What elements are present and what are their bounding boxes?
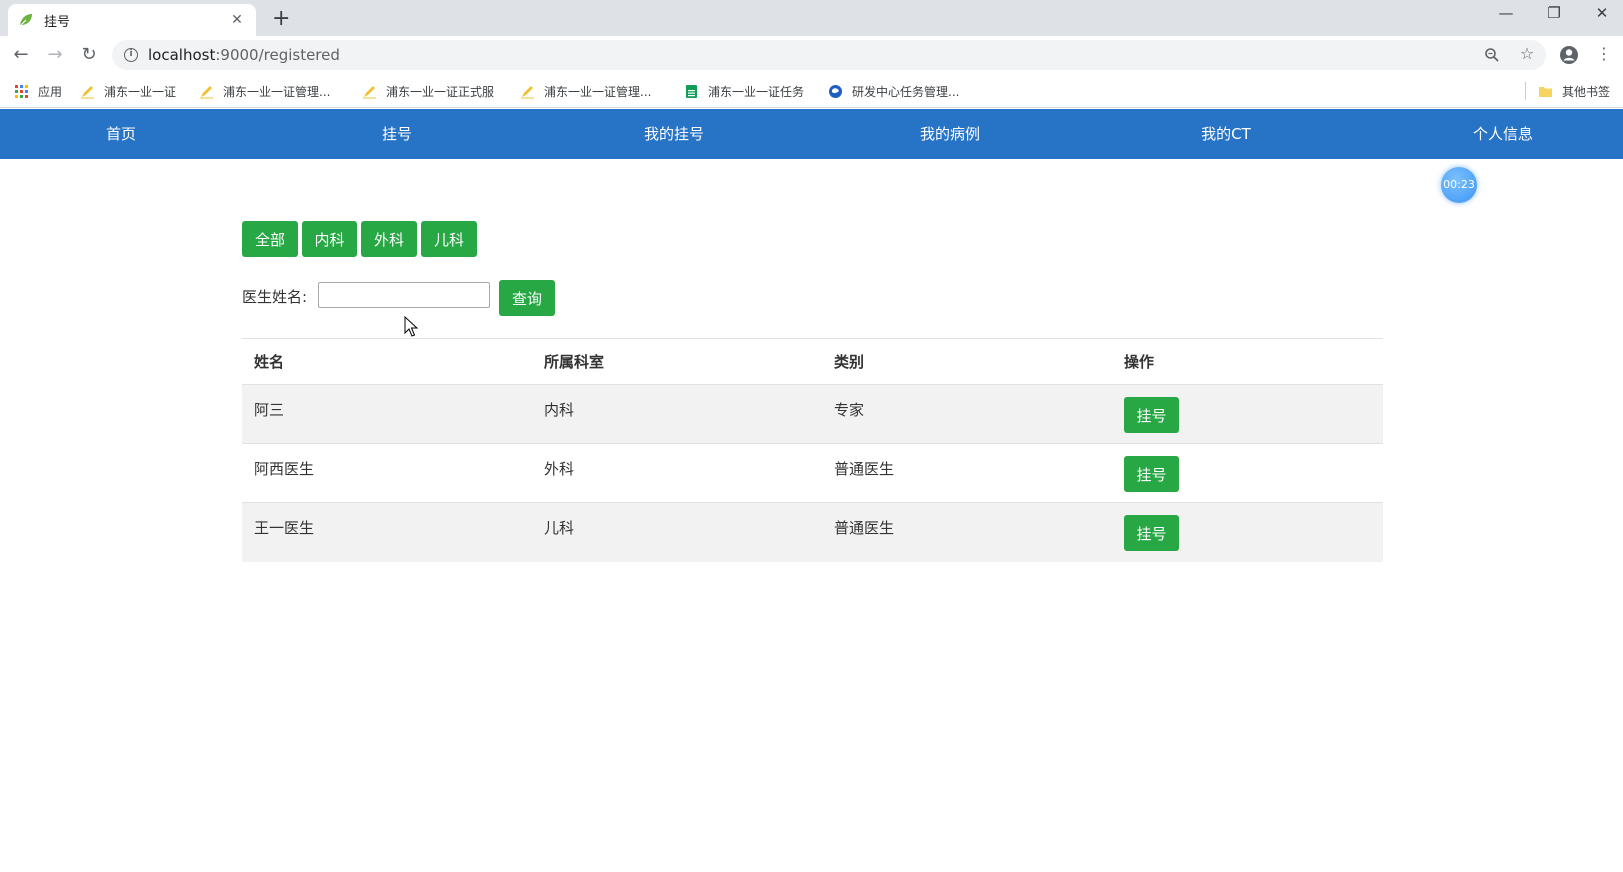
action-cell: 挂号 (1112, 443, 1383, 503)
search-button[interactable]: 查询 (499, 280, 555, 316)
pen-icon (200, 85, 213, 98)
reload-icon[interactable]: ↻ (76, 42, 102, 68)
pen-icon (521, 85, 534, 98)
filter-all-button[interactable]: 全部 (242, 221, 298, 257)
tab-title: 挂号 (44, 14, 71, 30)
leaf-icon (19, 14, 32, 27)
bookmark-item[interactable]: 浦东一业一证管理... (520, 82, 651, 100)
recording-timer-badge[interactable]: 00:23 (1441, 167, 1477, 203)
doctors-table: 姓名 所属科室 类别 操作 阿三 内科 专家 挂号 阿西医生 外科 普通医生 挂… (242, 338, 1383, 562)
bookmark-item[interactable]: 浦东一业一证 (80, 82, 176, 100)
table-row: 王一医生 儿科 普通医生 挂号 (242, 502, 1383, 562)
address-bar[interactable]: i localhost:9000/registered (112, 40, 1546, 70)
nav-register[interactable]: 挂号 (382, 109, 412, 159)
nav-profile[interactable]: 个人信息 (1473, 109, 1533, 159)
doctor-department: 外科 (532, 443, 822, 503)
forward-arrow-icon[interactable]: → (42, 42, 68, 68)
column-header-type: 类别 (822, 338, 1112, 385)
bookmark-item[interactable]: 浦东一业一证任务 (684, 82, 804, 100)
column-header-action: 操作 (1112, 338, 1383, 385)
zoom-icon[interactable] (1484, 47, 1500, 63)
profile-avatar-icon[interactable] (1559, 45, 1579, 65)
bookmark-label: 浦东一业一证管理... (223, 84, 331, 99)
bookmark-separator (1525, 82, 1526, 100)
bookmark-label: 浦东一业一证正式服 (386, 84, 495, 99)
bookmark-star-icon[interactable]: ☆ (1516, 44, 1538, 63)
register-button[interactable]: 挂号 (1124, 515, 1179, 551)
bookmark-label: 浦东一业一证任务 (708, 84, 805, 99)
doctor-name-input[interactable] (318, 282, 490, 308)
url-path: :9000/registered (215, 46, 340, 64)
register-button[interactable]: 挂号 (1124, 397, 1179, 433)
doctor-name: 王一医生 (242, 502, 532, 562)
tab-close-icon[interactable]: ✕ (228, 12, 246, 28)
doctor-type: 普通医生 (822, 443, 1112, 503)
mouse-cursor-icon (404, 316, 418, 337)
pen-icon (81, 85, 94, 98)
filter-surgery-button[interactable]: 外科 (361, 221, 417, 257)
url-host: localhost (148, 46, 216, 64)
doctor-type: 普通医生 (822, 502, 1112, 562)
nav-my-ct[interactable]: 我的CT (1201, 109, 1251, 159)
doctor-department: 内科 (532, 384, 822, 444)
column-header-name: 姓名 (242, 338, 532, 385)
browser-toolbar: ← → ↻ i localhost:9000/registered ☆ ⋮ (0, 36, 1623, 74)
bookmark-other[interactable]: 其他书签 (1538, 82, 1610, 100)
folder-icon (1539, 86, 1552, 97)
browser-titlebar: 挂号 ✕ + — ❐ ✕ (0, 0, 1623, 36)
restore-button[interactable]: ❐ (1536, 4, 1572, 22)
action-cell: 挂号 (1112, 502, 1383, 562)
bookmarks-bar: 应用 浦东一业一证 浦东一业一证管理... 浦东一业一证正式服 浦东一业一证管理… (0, 74, 1623, 108)
bookmark-label: 研发中心任务管理... (852, 84, 960, 99)
nav-home[interactable]: 首页 (106, 109, 136, 159)
sheet-icon (686, 84, 697, 98)
column-header-department: 所属科室 (532, 338, 822, 385)
doctor-department: 儿科 (532, 502, 822, 562)
doctor-name-label: 医生姓名: (242, 288, 308, 306)
bookmark-label: 浦东一业一证管理... (544, 84, 652, 99)
bookmark-item[interactable]: 研发中心任务管理... (828, 82, 959, 100)
top-navigation: 首页 挂号 我的挂号 我的病例 我的CT 个人信息 (0, 109, 1623, 159)
table-row: 阿西医生 外科 普通医生 挂号 (242, 443, 1383, 503)
close-window-button[interactable]: ✕ (1584, 4, 1620, 22)
nav-my-registrations[interactable]: 我的挂号 (644, 109, 704, 159)
globe-icon (829, 84, 842, 98)
bookmark-label: 其他书签 (1562, 84, 1611, 99)
bookmark-item[interactable]: 浦东一业一证管理... (199, 82, 330, 100)
new-tab-button[interactable]: + (272, 6, 290, 31)
browser-tab[interactable]: 挂号 ✕ (8, 4, 256, 36)
minimize-button[interactable]: — (1488, 4, 1524, 22)
filter-internal-button[interactable]: 内科 (302, 221, 357, 257)
back-arrow-icon[interactable]: ← (8, 42, 34, 68)
apps-grid-icon (15, 84, 28, 98)
bookmark-apps[interactable]: 应用 (14, 82, 62, 100)
table-header-row: 姓名 所属科室 类别 操作 (242, 338, 1383, 385)
table-row: 阿三 内科 专家 挂号 (242, 384, 1383, 444)
info-icon[interactable]: i (124, 48, 138, 62)
doctor-name: 阿西医生 (242, 443, 532, 503)
action-cell: 挂号 (1112, 384, 1383, 444)
menu-kebab-icon[interactable]: ⋮ (1593, 44, 1615, 63)
doctor-type: 专家 (822, 384, 1112, 444)
nav-my-records[interactable]: 我的病例 (920, 109, 980, 159)
pen-icon (363, 85, 376, 98)
url-text: localhost:9000/registered (148, 46, 340, 64)
bookmark-label: 浦东一业一证 (104, 84, 177, 99)
bookmark-label: 应用 (38, 84, 63, 99)
register-button[interactable]: 挂号 (1124, 456, 1179, 492)
doctor-name: 阿三 (242, 384, 532, 444)
filter-pediatrics-button[interactable]: 儿科 (421, 221, 477, 257)
bookmark-item[interactable]: 浦东一业一证正式服 (362, 82, 494, 100)
